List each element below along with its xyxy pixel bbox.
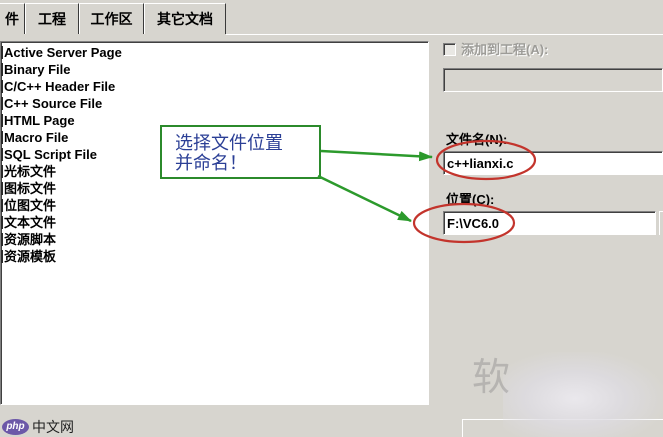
annotation-line-2: 并命名！ (175, 153, 247, 173)
file-icon (1, 165, 3, 178)
tab-projects[interactable]: 工程 (25, 3, 79, 34)
file-icon (1, 97, 3, 110)
file-icon (1, 148, 3, 161)
watermark-character: 软 (472, 357, 511, 399)
list-item[interactable]: 资源脚本 (1, 231, 428, 248)
list-item[interactable]: 位图文件 (1, 197, 428, 214)
file-icon (1, 80, 3, 93)
list-item-label: 资源模板 (4, 249, 57, 264)
tab-strip: 件 工程 工作区 其它文档 (0, 0, 663, 36)
file-icon (1, 63, 3, 76)
filename-input[interactable] (443, 151, 663, 175)
location-input[interactable] (443, 211, 656, 235)
annotation-callout: 选择文件位置 并命名！ (160, 125, 321, 179)
list-item[interactable]: Binary File (1, 61, 428, 78)
tab-label: 工作区 (90, 11, 133, 27)
location-label: 位置(C): (446, 192, 495, 207)
list-item[interactable]: 图标文件 (1, 180, 428, 197)
annotation-line-1: 选择文件位置 (175, 133, 283, 153)
list-item-label: 图标文件 (4, 181, 57, 196)
blurred-watermark (503, 352, 663, 437)
file-icon (1, 233, 3, 246)
file-icon (1, 131, 3, 144)
list-item-label: SQL Script File (4, 147, 97, 162)
list-item-label: C++ Source File (4, 96, 103, 111)
file-icon (1, 250, 3, 263)
tab-files[interactable]: 件 (0, 3, 25, 34)
add-to-project-checkbox[interactable] (443, 43, 456, 56)
tab-label: 件 (5, 11, 19, 27)
tab-other-documents[interactable]: 其它文档 (144, 3, 226, 34)
browse-button[interactable] (659, 211, 663, 235)
list-item-label: Binary File (4, 62, 71, 77)
project-combo[interactable] (443, 68, 663, 92)
filename-label: 文件名(N): (446, 132, 508, 147)
file-icon (1, 114, 3, 127)
list-item[interactable]: Active Server Page (1, 44, 428, 61)
list-item-label: C/C++ Header File (4, 79, 116, 94)
list-item-label: 位图文件 (4, 198, 57, 213)
list-item-label: 光标文件 (4, 164, 57, 179)
list-item[interactable]: C/C++ Header File (1, 78, 428, 95)
list-item-label: Macro File (4, 130, 69, 145)
list-item[interactable]: 文本文件 (1, 214, 428, 231)
list-item[interactable]: C++ Source File (1, 95, 428, 112)
list-item-label: 文本文件 (4, 215, 57, 230)
tab-label: 其它文档 (157, 11, 213, 27)
tab-divider (226, 34, 663, 35)
add-to-project-label: 添加到工程(A): (461, 42, 549, 57)
file-type-list: Active Server Page Binary File C/C++ Hea… (0, 41, 429, 405)
list-item-label: Active Server Page (4, 45, 122, 60)
file-icon (1, 199, 3, 212)
site-name: 中文网 (32, 419, 74, 435)
list-item-label: HTML Page (4, 113, 75, 128)
tab-label: 工程 (38, 11, 66, 27)
list-item-label: 资源脚本 (4, 232, 57, 247)
php-logo: php (2, 419, 29, 435)
file-icon (1, 216, 3, 229)
list-item[interactable]: 资源模板 (1, 248, 428, 265)
file-icon (1, 46, 3, 59)
file-icon (1, 182, 3, 195)
tab-workspaces[interactable]: 工作区 (79, 3, 144, 34)
